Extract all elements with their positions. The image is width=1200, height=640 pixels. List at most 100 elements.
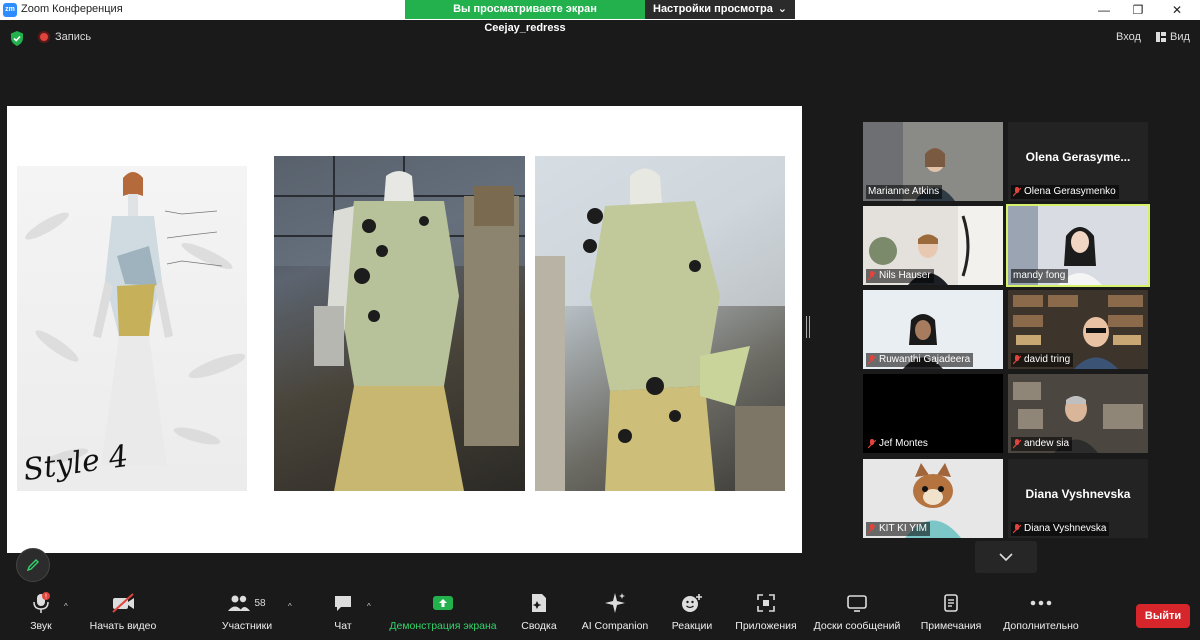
whiteboards-label: Доски сообщений (813, 620, 901, 632)
summary-label: Сводка (521, 620, 557, 632)
restore-button[interactable]: ❐ (1121, 0, 1155, 20)
zoom-logo-icon: zm (3, 3, 17, 17)
sparkle-icon (605, 593, 625, 613)
enter-label: Вход (1116, 31, 1141, 43)
more-button[interactable]: Дополнительно (1000, 590, 1082, 640)
apps-label: Приложения (735, 620, 797, 632)
meeting-status-bar: Запись Вход Вид (0, 20, 1200, 56)
start-video-button[interactable]: Начать видео (86, 590, 160, 640)
mic-off-icon (1013, 187, 1021, 197)
whiteboards-button[interactable]: Доски сообщений (810, 590, 904, 640)
participant-tile[interactable]: KIT KI YIM (863, 459, 1003, 538)
notes-label: Примечания (920, 620, 982, 632)
participants-options-caret[interactable]: ^ (288, 602, 292, 611)
share-screen-icon (433, 596, 453, 610)
audio-label: Звук (30, 620, 52, 632)
participant-tile[interactable]: david tring (1008, 290, 1148, 369)
ai-companion-button[interactable]: AI Companion (580, 590, 650, 640)
view-options-button[interactable]: Настройки просмотра ⌄ (645, 0, 795, 19)
mic-off-icon (868, 271, 876, 281)
chevron-down-icon: ⌄ (777, 3, 787, 15)
audio-warning-badge: ! (45, 594, 47, 601)
participant-tile[interactable]: Marianne Atkins (863, 122, 1003, 201)
participants-label: Участники (221, 620, 273, 632)
meeting-toolbar: ! Звук ^ Начать видео 58 Участники ^ Чат… (0, 590, 1200, 640)
chat-button[interactable]: Чат (330, 590, 356, 640)
close-button[interactable]: ✕ (1160, 0, 1194, 20)
participant-tile[interactable]: andew sia (1008, 374, 1148, 453)
dress-photo-side (535, 156, 785, 491)
chat-icon (335, 596, 351, 611)
grid-view-icon (1156, 32, 1166, 42)
reactions-button[interactable]: Реакции (670, 590, 714, 640)
participant-name: Diana Vyshnevska (1011, 522, 1110, 536)
participant-display-name: Diana Vyshnevska (1025, 487, 1131, 501)
share-screen-label: Демонстрация экрана (389, 620, 497, 632)
ai-companion-label: AI Companion (581, 620, 649, 632)
leave-meeting-button[interactable]: Выйти (1136, 604, 1190, 628)
participant-name: andew sia (1011, 437, 1073, 451)
notes-icon (944, 594, 958, 612)
participant-tile[interactable]: Nils Hauser (863, 206, 1003, 285)
mic-off-icon (1013, 439, 1021, 449)
panel-resize-handle[interactable] (806, 316, 810, 338)
whiteboard-icon (847, 595, 867, 612)
participant-tile[interactable]: Diana Vyshnevska Diana Vyshnevska (1008, 459, 1148, 538)
participant-name: Ruwanthi Gajadeera (866, 353, 974, 367)
participant-name: Jef Montes (866, 437, 931, 451)
pencil-icon (26, 559, 39, 572)
apps-icon (757, 594, 775, 612)
mic-off-icon (868, 439, 876, 449)
start-video-label: Начать видео (89, 620, 157, 632)
participant-name: Marianne Atkins (866, 185, 943, 199)
mic-off-icon (868, 355, 876, 365)
summary-icon (532, 594, 546, 612)
apps-button[interactable]: Приложения (732, 590, 800, 640)
view-label: Вид (1170, 31, 1190, 43)
emoji-add-icon (682, 594, 702, 612)
participants-count: 58 (254, 597, 266, 609)
viewing-screen-text: Вы просматриваете экран Ceejay_redress (405, 0, 645, 34)
enter-button[interactable]: Вход (1116, 31, 1141, 43)
participants-icon (228, 595, 251, 611)
mic-off-icon (1013, 355, 1021, 365)
chevron-down-icon (999, 553, 1013, 561)
more-label: Дополнительно (1003, 620, 1079, 632)
participant-tile[interactable]: Olena Gerasyme... Olena Gerasymenko (1008, 122, 1148, 201)
participant-tile-active-speaker[interactable]: mandy fong (1006, 204, 1150, 287)
participants-button[interactable]: 58 Участники (219, 590, 275, 640)
window-title: Zoom Конференция (21, 3, 123, 15)
mic-off-icon (1013, 524, 1021, 534)
recording-indicator[interactable]: Запись (38, 31, 91, 43)
reactions-label: Реакции (671, 620, 713, 632)
view-button[interactable]: Вид (1156, 31, 1190, 43)
mic-off-icon (868, 524, 876, 534)
notes-button[interactable]: Примечания (918, 590, 984, 640)
audio-options-caret[interactable]: ^ (64, 602, 68, 611)
dress-photo-front (274, 156, 525, 491)
annotate-button[interactable] (16, 548, 50, 582)
summary-button[interactable]: Сводка (519, 590, 559, 640)
share-screen-button[interactable]: Демонстрация экрана (386, 590, 500, 640)
participant-tile[interactable]: Jef Montes (863, 374, 1003, 453)
participant-name: KIT KI YIM (866, 522, 930, 536)
shield-icon[interactable] (10, 31, 24, 46)
gallery-next-page-button[interactable] (975, 541, 1037, 573)
fashion-sketch-image: Style 4 (17, 166, 247, 491)
more-dots-icon (1030, 600, 1052, 606)
participant-name: Nils Hauser (866, 269, 934, 283)
participant-tile[interactable]: Ruwanthi Gajadeera (863, 290, 1003, 369)
video-off-icon (112, 593, 134, 613)
participant-name: Olena Gerasymenko (1011, 185, 1119, 199)
audio-button[interactable]: ! Звук (24, 590, 58, 640)
participant-name: mandy fong (1011, 269, 1069, 283)
participant-display-name: Olena Gerasyme... (1025, 150, 1131, 164)
view-options-label: Настройки просмотра (653, 3, 773, 15)
share-banner: Вы просматриваете экран Ceejay_redress Н… (405, 0, 795, 34)
chat-options-caret[interactable]: ^ (367, 602, 371, 611)
chat-label: Чат (334, 620, 352, 632)
recording-label: Запись (55, 31, 92, 43)
shared-screen: Style 4 (7, 106, 802, 553)
participant-name: david tring (1011, 353, 1074, 367)
minimize-button[interactable]: — (1087, 0, 1121, 20)
